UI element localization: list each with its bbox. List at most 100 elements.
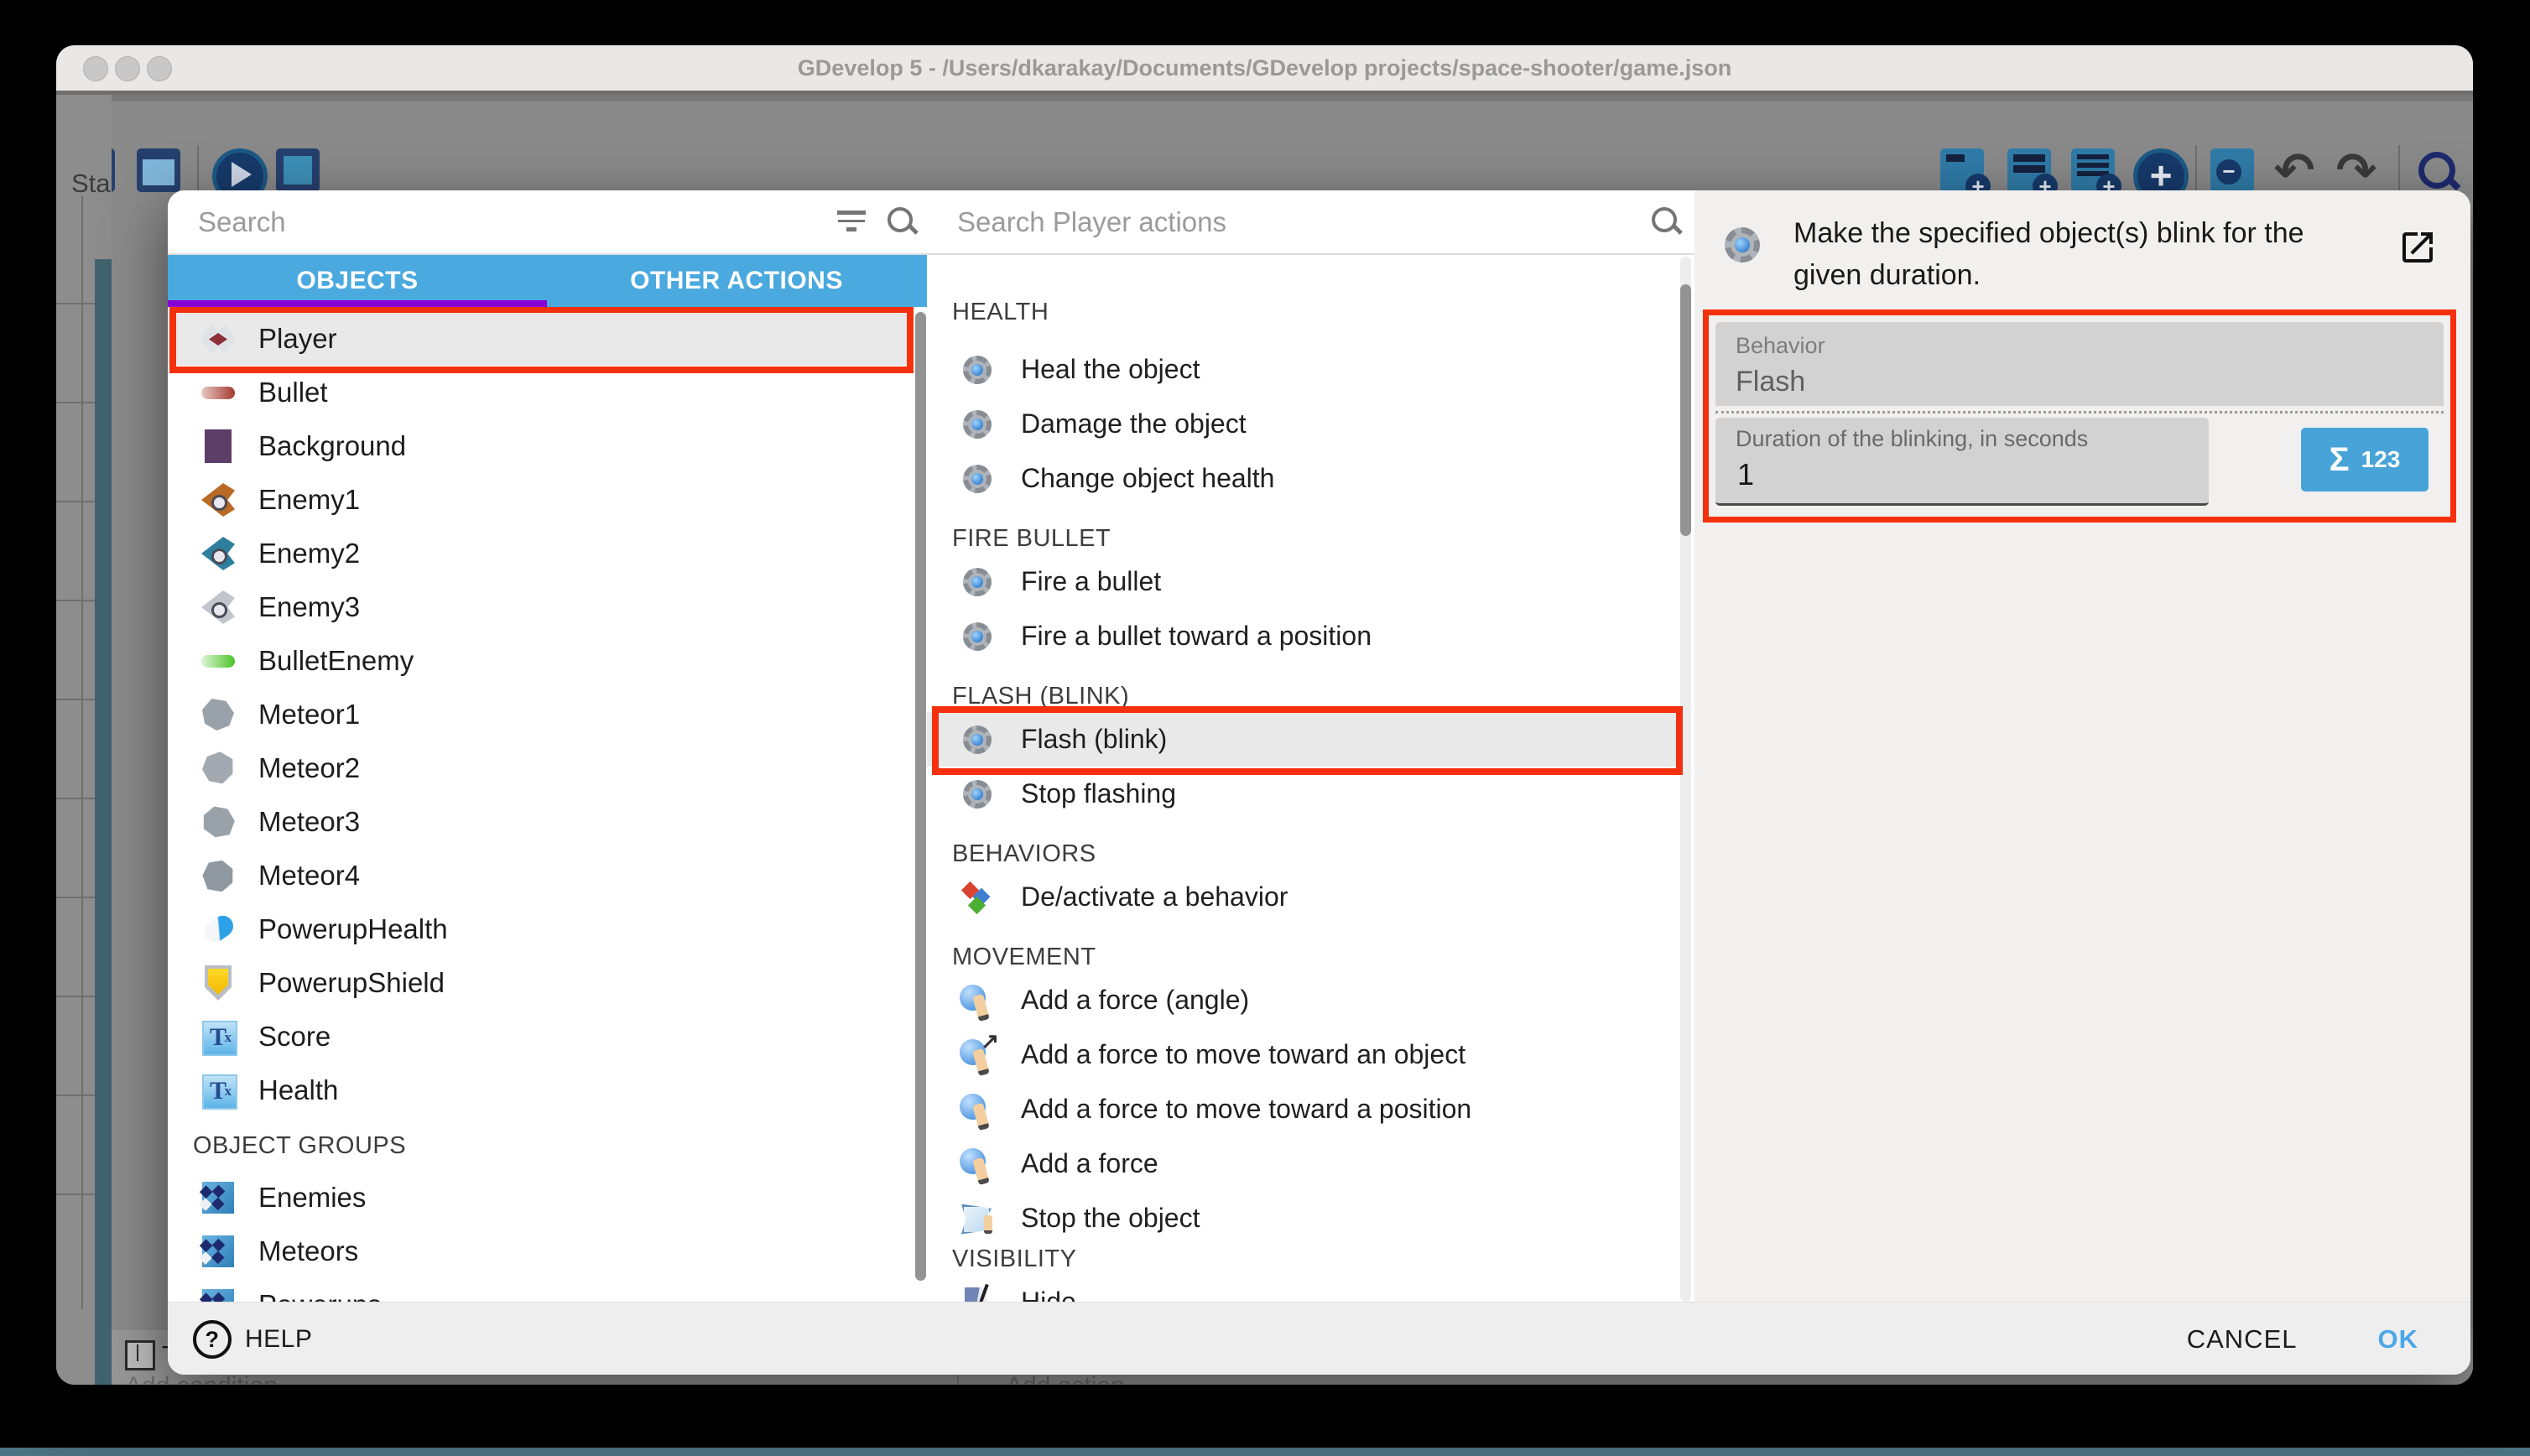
add-event-icon [1940,148,1984,192]
ok-button[interactable]: OK [2378,1324,2419,1355]
group-row-meteors[interactable]: Meteors [168,1225,914,1278]
action-force-toward-object[interactable]: Add a force to move toward an object [927,1027,1679,1082]
object-row-background[interactable]: Background [168,419,914,473]
object-groups-header: OBJECT GROUPS [193,1132,406,1160]
hide-icon [957,1282,997,1303]
expression-editor-button[interactable]: Σ 123 [2301,428,2428,491]
action-deactivate-behavior[interactable]: De/activate a behavior [927,870,1679,924]
search-icon [886,205,919,239]
meteor3-icon [198,802,238,842]
action-stop-object[interactable]: Stop the object [927,1191,1679,1245]
object-search-input[interactable] [196,200,804,244]
action-add-force[interactable]: Add a force [927,1136,1679,1191]
action-fire-bullet-position[interactable]: Fire a bullet toward a position [927,609,1679,663]
stop-flag-icon [957,1199,997,1239]
object-list-scrollbar-thumb[interactable] [915,312,926,1281]
object-group-icon [198,1231,238,1271]
filter-icon[interactable] [837,211,871,236]
hidden-tab-label: Sta [71,169,111,199]
action-search-input[interactable] [955,200,1563,244]
tab-objects[interactable]: OBJECTS [168,255,547,307]
group-row-powerups[interactable]: Powerups [168,1278,914,1302]
action-stop-flashing[interactable]: Stop flashing [927,767,1679,821]
gear-action-icon [957,774,997,814]
open-in-new-icon[interactable] [2397,227,2438,268]
enemy3-ship-icon [198,587,238,627]
object-row-meteor4[interactable]: Meteor4 [168,849,914,902]
object-row-bullet[interactable]: Bullet [168,366,914,419]
object-row-meteor1[interactable]: Meteor1 [168,688,914,741]
health-capsule-icon [198,909,238,949]
object-row-enemy2[interactable]: Enemy2 [168,527,914,580]
object-group-icon [198,1178,238,1218]
duration-field-label: Duration of the blinking, in seconds [1736,426,2088,452]
action-list: HEALTH Heal the object Damage the object… [927,255,1694,1302]
scene-editor-icon [137,148,180,192]
object-row-poweruphealth[interactable]: PowerupHealth [168,902,914,956]
redo-icon: ↷ [2335,148,2378,192]
help-label: HELP [245,1325,312,1354]
object-row-enemy1[interactable]: Enemy1 [168,473,914,527]
force-icon [957,1089,997,1130]
gear-action-icon [957,720,997,760]
background-icon [198,426,238,466]
delete-event-icon [2210,148,2254,192]
choose-action-dialog: OBJECTS OTHER ACTIONS Player Bullet [168,190,2470,1375]
action-damage-object[interactable]: Damage the object [927,397,1679,451]
behavior-field-label: Behavior [1736,333,1825,359]
object-list: Player Bullet Background Enemy1 [168,307,927,1302]
force-icon [957,980,997,1021]
object-row-player[interactable]: Player [168,312,914,366]
action-fire-bullet[interactable]: Fire a bullet [927,554,1679,609]
search-events-icon [2415,148,2459,192]
duration-input[interactable] [1736,456,2175,493]
object-row-bulletenemy[interactable]: BulletEnemy [168,634,914,688]
gear-action-icon [957,562,997,602]
window-title: GDevelop 5 - /Users/dkarakay/Documents/G… [56,55,2473,81]
action-hide[interactable]: Hide [927,1275,1679,1302]
enemy1-ship-icon [198,480,238,520]
cancel-button[interactable]: CANCEL [2187,1324,2298,1355]
action-flash-blink[interactable]: Flash (blink) [927,712,1679,767]
duration-field[interactable]: Duration of the blinking, in seconds [1715,418,2209,506]
meteor4-icon [198,855,238,896]
section-movement: MOVEMENT [952,944,1096,971]
object-group-icon [198,1285,238,1302]
behavior-field[interactable]: Behavior Flash [1715,322,2444,406]
action-heal-object[interactable]: Heal the object [927,342,1679,397]
actions-panel: HEALTH Heal the object Damage the object… [927,190,1696,1375]
behavior-icon [957,877,997,918]
object-row-powerupshield[interactable]: PowerupShield [168,956,914,1010]
text-object-icon [198,1070,238,1110]
action-add-force-angle[interactable]: Add a force (angle) [927,973,1679,1027]
object-row-score[interactable]: Score [168,1010,914,1063]
force-icon [957,1144,997,1184]
objects-panel: OBJECTS OTHER ACTIONS Player Bullet [168,190,929,1375]
question-mark-icon: ? [193,1320,232,1359]
add-subevent-icon [2007,148,2051,192]
sigma-icon: Σ [2330,441,2350,479]
action-description: Make the specified object(s) blink for t… [1793,212,2372,296]
action-list-scrollbar-thumb[interactable] [1680,284,1691,536]
text-object-icon [198,1017,238,1057]
object-row-health[interactable]: Health [168,1063,914,1117]
gear-action-icon [957,459,997,499]
behavior-field-value: Flash [1736,366,1805,398]
section-health: HEALTH [952,299,1049,326]
action-force-toward-position[interactable]: Add a force to move toward a position [927,1082,1679,1136]
shield-icon [198,963,238,1003]
group-row-enemies[interactable]: Enemies [168,1171,914,1225]
enemy2-ship-icon [198,533,238,574]
section-visibility: VISIBILITY [952,1245,1076,1273]
action-change-health[interactable]: Change object health [927,451,1679,506]
help-button[interactable]: ? HELP [193,1320,312,1359]
toolbar-shade [56,95,2473,101]
action-details-panel: Make the specified object(s) blink for t… [1694,190,2470,1375]
object-row-meteor3[interactable]: Meteor3 [168,795,914,849]
tab-other-actions[interactable]: OTHER ACTIONS [547,255,926,307]
toolbar-divider [2195,145,2197,197]
object-row-enemy3[interactable]: Enemy3 [168,580,914,634]
screenshot-root: GDevelop 5 - /Users/dkarakay/Documents/G… [0,0,2530,1456]
events-sheet-left-edge: Sta [56,95,112,1385]
object-row-meteor2[interactable]: Meteor2 [168,741,914,795]
